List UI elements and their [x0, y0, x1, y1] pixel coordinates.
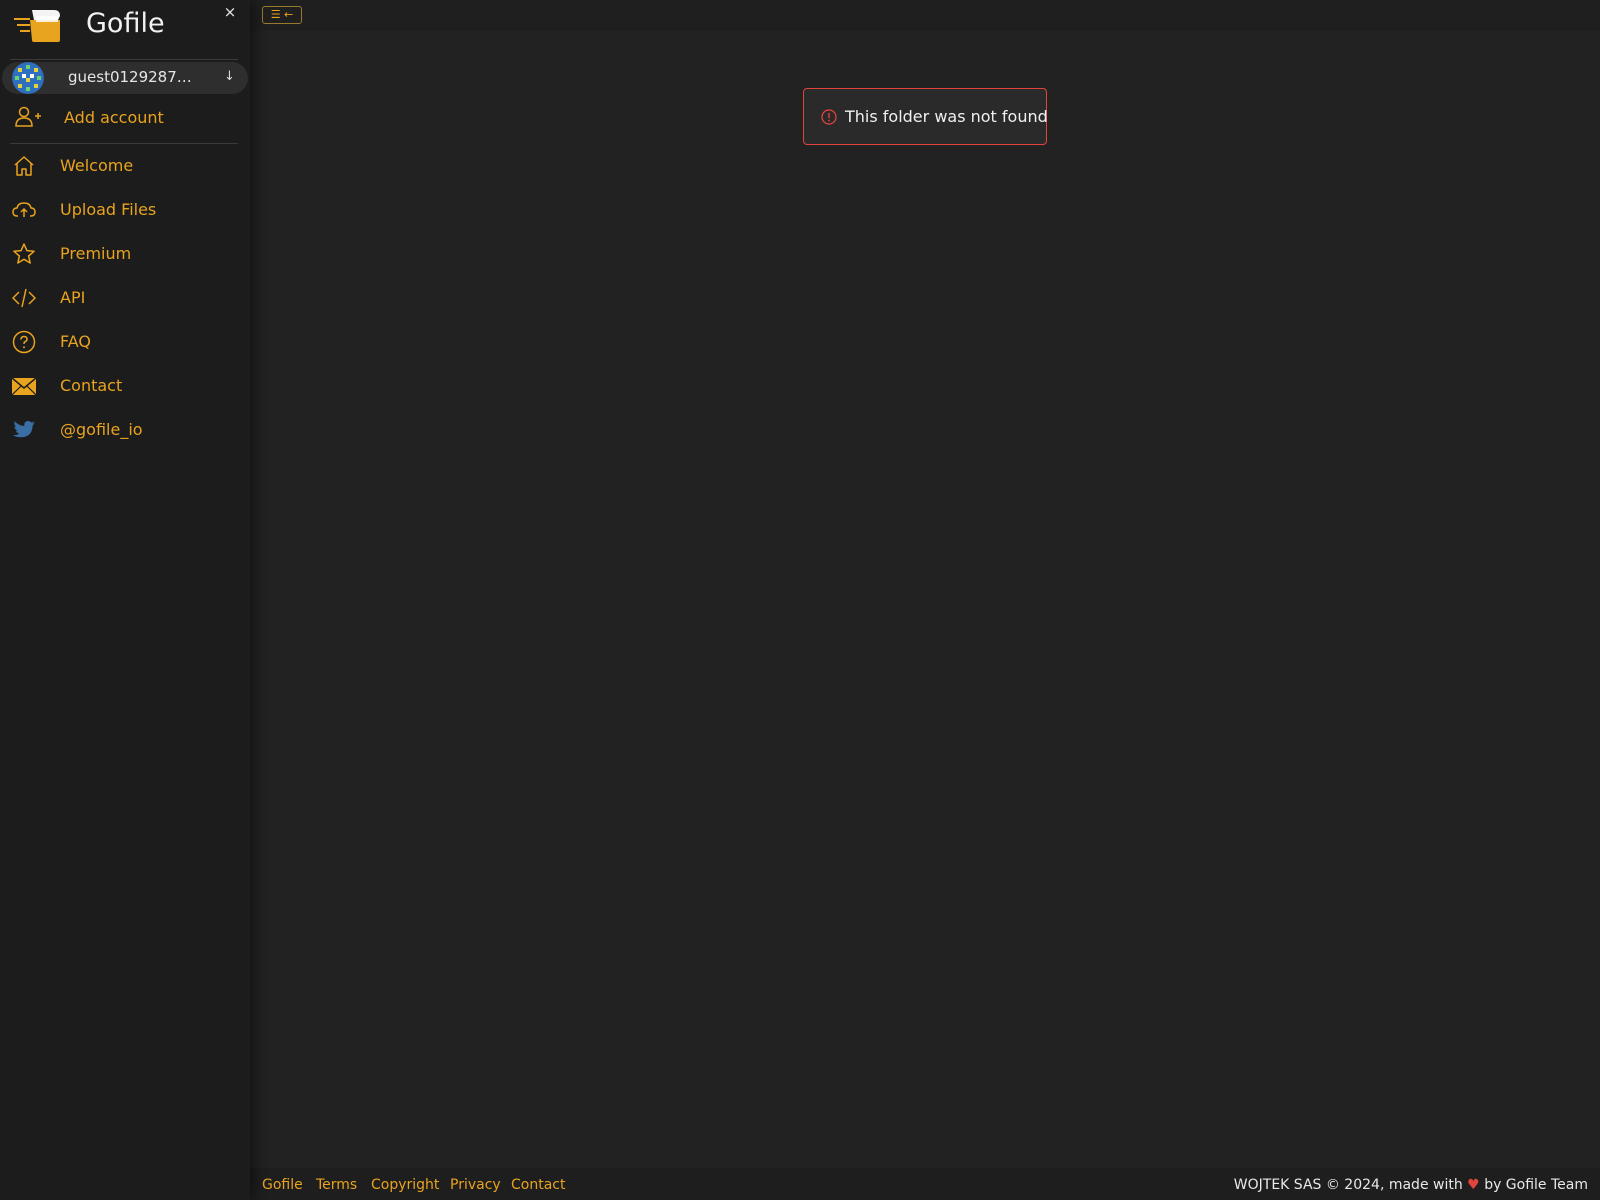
- star-icon: [13, 243, 35, 264]
- footer-link-gofile[interactable]: Gofile: [262, 1177, 303, 1193]
- chevron-down-icon[interactable]: ↓: [224, 69, 235, 84]
- add-user-icon: [15, 106, 41, 127]
- sidebar-item-twitter[interactable]: @gofile_io: [0, 410, 250, 450]
- account-name: guest01292878...: [68, 68, 200, 86]
- folder-not-found-alert: This folder was not found: [803, 88, 1048, 145]
- sidebar-item-upload-files[interactable]: Upload Files: [0, 190, 250, 230]
- avatar: [12, 62, 44, 94]
- sidebar-item-label: FAQ: [60, 332, 91, 351]
- copyright-suffix: by Gofile Team: [1484, 1177, 1588, 1193]
- add-account-button[interactable]: Add account: [0, 100, 250, 136]
- sidebar-item-label: Upload Files: [60, 200, 157, 219]
- footer-link-contact[interactable]: Contact: [511, 1177, 565, 1193]
- topbar: [250, 0, 1600, 31]
- sidebar-toggle-button[interactable]: ☰ ←: [262, 6, 302, 24]
- envelope-icon: [12, 377, 36, 396]
- sidebar-item-label: Premium: [60, 244, 132, 263]
- brand-name: Gofile: [86, 8, 165, 39]
- alert-message: This folder was not found: [845, 107, 1048, 126]
- sidebar-item-premium[interactable]: Premium: [0, 234, 250, 274]
- question-circle-icon: [12, 330, 36, 354]
- cloud-upload-icon: [12, 202, 36, 217]
- sidebar: Gofile × guest01292878... ↓ Add account: [0, 0, 250, 1200]
- footer-link-copyright[interactable]: Copyright: [371, 1177, 439, 1193]
- heart-icon: ♥: [1467, 1177, 1480, 1193]
- divider: [10, 143, 238, 144]
- code-icon: [12, 288, 36, 308]
- sidebar-item-label: API: [60, 288, 86, 307]
- sidebar-item-welcome[interactable]: Welcome: [0, 146, 250, 186]
- home-icon: [14, 156, 34, 176]
- divider: [10, 59, 238, 60]
- add-account-label: Add account: [64, 108, 164, 127]
- footer-link-terms[interactable]: Terms: [316, 1177, 357, 1193]
- twitter-icon: [13, 421, 35, 438]
- footer: Gofile Terms Copyright Privacy Contact W…: [250, 1168, 1600, 1200]
- sidebar-item-label: @gofile_io: [60, 420, 143, 439]
- copyright-text: WOJTEK SAS © 2024, made with ♥ by Gofile…: [1234, 1177, 1588, 1193]
- close-sidebar-button[interactable]: ×: [222, 4, 238, 20]
- gofile-logo-icon: [14, 10, 60, 42]
- brand: Gofile ×: [0, 0, 250, 50]
- copyright-prefix: WOJTEK SAS © 2024, made with: [1233, 1177, 1463, 1193]
- footer-link-privacy[interactable]: Privacy: [450, 1177, 501, 1193]
- sidebar-item-contact[interactable]: Contact: [0, 366, 250, 406]
- sidebar-item-api[interactable]: API: [0, 278, 250, 318]
- sidebar-item-label: Contact: [60, 376, 123, 395]
- sidebar-item-label: Welcome: [60, 156, 134, 175]
- sidebar-item-faq[interactable]: FAQ: [0, 322, 250, 362]
- account-selector[interactable]: guest01292878... ↓: [2, 62, 248, 94]
- exclamation-circle-icon: [821, 109, 837, 125]
